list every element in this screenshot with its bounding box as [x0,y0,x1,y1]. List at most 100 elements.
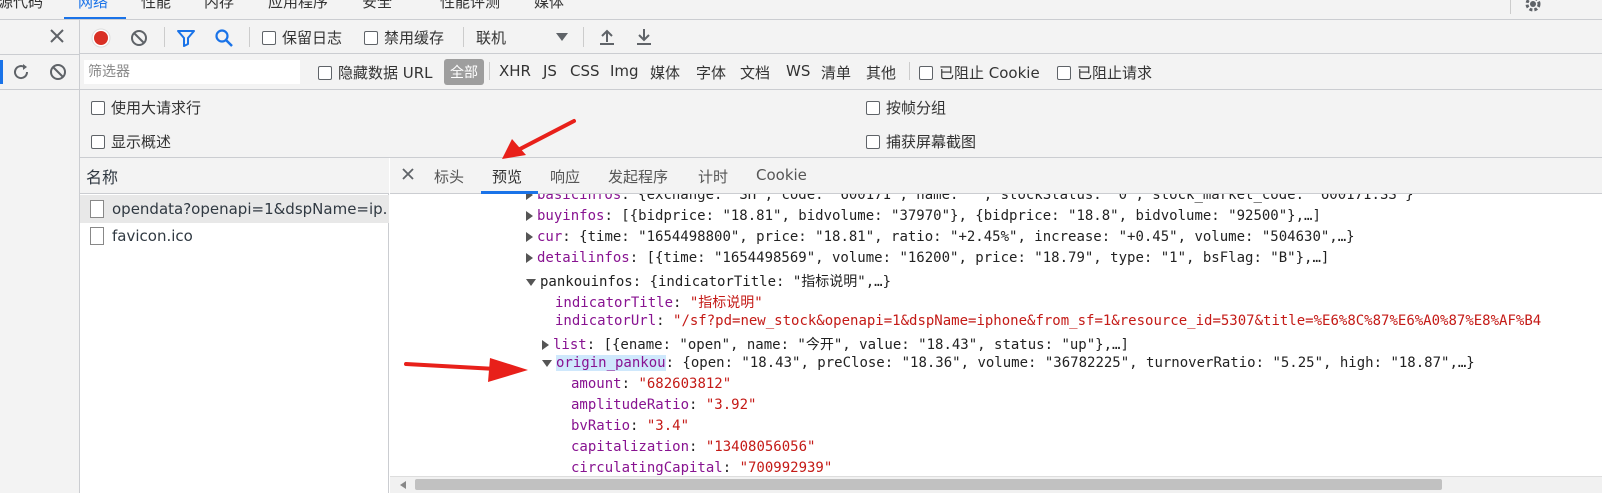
tree-row[interactable]: list: [{ename: "open", name: "今开", value… [542,334,1129,354]
tab-network[interactable]: 网络 [78,0,108,12]
expand-arrow-icon[interactable] [526,211,533,221]
preserve-log-checkbox[interactable]: 保留日志 [262,27,342,48]
filter-type-ws[interactable]: WS [786,62,810,80]
checkbox-box[interactable] [262,30,276,45]
expand-arrow-icon[interactable] [526,253,533,263]
expand-arrow-icon[interactable] [542,340,549,350]
json-key: buyinfos [537,208,605,224]
collapse-arrow-icon[interactable] [542,359,552,367]
tree-row[interactable]: indicatorUrl: "/sf?pd=new_stock&openapi=… [555,313,1541,329]
tree-row[interactable]: buyinfos: [{bidprice: "18.81", bidvolume… [526,208,1321,224]
annotation-arrow-icon [498,116,578,162]
json-key: bvRatio [571,418,631,434]
search-icon[interactable] [214,28,234,48]
tab-headers[interactable]: 标头 [434,166,464,187]
tree-row[interactable]: bvRatio: "3.4" [571,418,689,434]
json-key: list [553,337,587,353]
expand-arrow-icon[interactable] [526,194,533,200]
filter-type-xhr[interactable]: XHR [499,62,531,80]
tab-security[interactable]: 安全 [362,0,392,12]
record-icon[interactable] [91,28,111,48]
scrollbar-thumb[interactable] [415,479,1442,490]
export-har-icon[interactable] [634,27,654,47]
checkbox-box[interactable] [1057,65,1071,80]
request-row[interactable]: favicon.ico [80,222,389,250]
divider [909,62,910,80]
checkbox-box[interactable] [866,100,880,115]
tree-row[interactable]: indicatorTitle: "指标说明" [555,292,763,312]
close-icon[interactable] [48,27,66,45]
tree-row[interactable]: amount: "682603812" [571,376,731,392]
tree-row[interactable]: pankouinfos: {indicatorTitle: "指标说明",…} [526,271,891,291]
tree-row[interactable]: origin_pankou: {open: "18.43", preClose:… [542,355,1475,371]
disable-cache-checkbox[interactable]: 禁用缓存 [364,27,444,48]
filter-icon[interactable] [176,28,196,48]
tab-application[interactable]: 应用程序 [268,0,328,12]
annotation-arrow-icon [404,350,530,384]
tab-media[interactable]: 媒体 [534,0,564,12]
name-column-header[interactable]: 名称 [80,158,389,194]
clear-icon[interactable] [48,62,68,82]
tree-row[interactable]: amplitudeRatio: "3.92" [571,397,756,413]
request-row[interactable]: opendata?openapi=1&dspName=ip... [80,195,389,223]
json-key: cur [537,229,563,245]
checkbox-box[interactable] [866,134,880,149]
checkbox-box[interactable] [919,65,933,80]
document-icon [90,200,104,218]
tab-preview[interactable]: 预览 [492,166,522,187]
filter-type-js[interactable]: JS [543,62,557,80]
expand-arrow-icon[interactable] [526,232,533,242]
filter-type-all[interactable]: 全部 [444,59,484,85]
tab-response[interactable]: 响应 [550,166,580,187]
request-name: favicon.ico [112,227,193,245]
tree-row[interactable]: detailinfos: [{time: "1654498569", volum… [526,250,1329,266]
clear-log-icon[interactable] [129,28,149,48]
throttling-select[interactable]: 联机 [476,27,572,48]
json-preview: basicinfos: {exchange: "SH", code: "6001… [390,194,1602,476]
tab-memory[interactable]: 内存 [204,0,234,12]
capture-screenshots-checkbox[interactable]: 捕获屏幕截图 [866,131,976,152]
show-overview-label: 显示概述 [111,133,172,151]
blocked-cookies-checkbox[interactable]: 已阻止 Cookie [919,62,1040,83]
import-har-icon[interactable] [597,27,617,47]
checkbox-box[interactable] [318,65,332,80]
tree-row[interactable]: basicinfos: {exchange: "SH", code: "6001… [526,194,1414,203]
filter-type-doc[interactable]: 文档 [740,62,770,83]
checkbox-box[interactable] [364,30,378,45]
request-name: opendata?openapi=1&dspName=ip... [112,200,389,218]
capture-screenshots-label: 捕获屏幕截图 [886,133,977,151]
close-icon[interactable] [402,168,414,180]
document-icon [90,227,104,245]
checkbox-box[interactable] [91,100,105,115]
tree-row[interactable]: capitalization: "13408056056" [571,439,815,455]
blocked-requests-checkbox[interactable]: 已阻止请求 [1057,62,1152,83]
tab-sources[interactable]: 源代码 [0,0,43,12]
checkbox-box[interactable] [91,134,105,149]
refresh-icon[interactable] [11,62,31,82]
scroll-left-arrow-icon[interactable] [400,481,406,489]
focus-indicator [0,60,3,84]
settings-gear-icon[interactable] [1523,0,1543,14]
network-settings-pane [80,90,1602,158]
tab-initiator[interactable]: 发起程序 [608,166,668,187]
tree-row[interactable]: cur: {time: "1654498800", price: "18.81"… [526,229,1355,245]
filter-type-manifest[interactable]: 清单 [821,62,851,83]
tree-row[interactable]: circulatingCapital: "700992939" [571,460,832,476]
filter-type-other[interactable]: 其他 [866,62,896,83]
filter-input[interactable] [84,60,300,84]
big-request-rows-checkbox[interactable]: 使用大请求行 [91,97,201,118]
json-key: indicatorUrl [555,313,657,329]
hide-data-urls-checkbox[interactable]: 隐藏数据 URL [318,62,433,83]
tab-timing[interactable]: 计时 [698,166,728,187]
tab-performance[interactable]: 性能 [141,0,171,12]
filter-type-font[interactable]: 字体 [696,62,726,83]
filter-type-media[interactable]: 媒体 [650,62,680,83]
group-by-frame-checkbox[interactable]: 按帧分组 [866,97,946,118]
filter-type-img[interactable]: Img [610,62,639,80]
show-overview-checkbox[interactable]: 显示概述 [91,131,171,152]
collapse-arrow-icon[interactable] [526,278,536,286]
json-key: indicatorTitle [555,295,674,311]
filter-type-css[interactable]: CSS [570,62,600,80]
tab-lighthouse[interactable]: 性能评测 [440,0,500,12]
tab-cookies[interactable]: Cookie [756,166,807,184]
